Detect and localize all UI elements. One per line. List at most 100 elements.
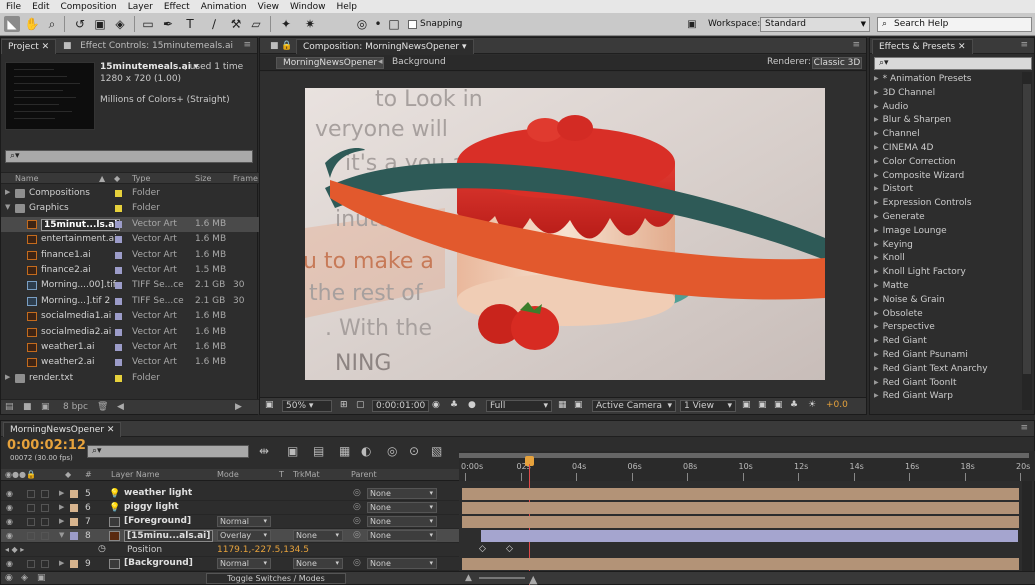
zoom-slider[interactable] <box>479 577 525 579</box>
disclosure-triangle-icon[interactable]: ▶ <box>874 241 879 248</box>
disclosure-triangle-icon[interactable]: ▶ <box>874 282 879 289</box>
disclosure-triangle-icon[interactable]: ▶ <box>874 172 879 179</box>
transparency-grid-icon[interactable]: ▦ <box>558 400 567 412</box>
trkmat-select[interactable]: None ▾ <box>293 530 343 541</box>
project-item[interactable]: 15minut...ls.ai Vector Art 1.6 MB <box>1 216 259 232</box>
project-item[interactable]: ▶ render.txt Folder <box>1 371 259 386</box>
lock-toggle[interactable] <box>41 560 49 568</box>
label-color-swatch[interactable] <box>115 328 122 336</box>
layer-label-swatch[interactable] <box>70 560 78 568</box>
time-ruler[interactable]: 0:00s 02s 04s 06s 08s 10s 12s 14s 16s 18s 20s <box>459 451 1035 481</box>
layer-name[interactable]: [Background] <box>124 558 193 568</box>
always-preview-icon[interactable]: ▣ <box>265 400 274 412</box>
comp-mini-flowchart-icon[interactable]: ⇹ <box>259 444 269 458</box>
work-area-bar[interactable] <box>459 453 1029 458</box>
label-color-swatch[interactable] <box>115 205 122 213</box>
parent-select[interactable]: None ▾ <box>367 530 437 541</box>
tab-composition[interactable]: Composition: MorningNewsOpener ▾ <box>296 39 474 54</box>
new-folder-icon[interactable]: ■ <box>23 402 32 412</box>
layer-duration-bar[interactable] <box>462 488 1019 500</box>
visibility-eye-icon[interactable]: ◉ <box>6 517 13 526</box>
safe-zones-icon[interactable]: ⊞ <box>340 400 348 412</box>
tab-effect-controls[interactable]: ■ Effect Controls: 15minutemeals.ai <box>57 39 239 54</box>
workspace-select[interactable]: Standard ▼ <box>760 17 870 32</box>
disclosure-triangle-icon[interactable]: ▶ <box>5 188 10 196</box>
zoom-tool-icon[interactable]: ⌕ <box>44 16 60 32</box>
world-axis-mode-icon[interactable]: • <box>370 16 386 32</box>
scroll-right-icon[interactable]: ▶ <box>235 402 242 412</box>
project-item[interactable]: Morning...].tif 2 TIFF Se...ce 2.1 GB 30 <box>1 294 259 309</box>
project-item[interactable]: Morning....00].tif TIFF Se...ce 2.1 GB 30 <box>1 278 259 293</box>
project-item[interactable]: weather2.ai Vector Art 1.6 MB <box>1 355 259 370</box>
effects-category[interactable]: ▶ Knoll Light Factory <box>874 267 1024 280</box>
crumb-background[interactable]: Background <box>386 57 452 69</box>
scroll-left-icon[interactable]: ◀ <box>117 402 124 412</box>
audio-toggle[interactable] <box>27 532 35 540</box>
effects-category[interactable]: ▶ Channel <box>874 129 1024 142</box>
layer-row[interactable]: ◉ ▶ 5 💡 weather light ◎ None ▾ <box>1 487 459 501</box>
puppet-pin-tool-icon[interactable]: ✷ <box>302 16 318 32</box>
search-help-input[interactable]: ⌕ Search Help <box>877 17 1032 32</box>
effects-category[interactable]: ▶ Distort <box>874 184 1024 197</box>
disclosure-triangle-icon[interactable]: ▶ <box>874 323 879 330</box>
visibility-eye-icon[interactable]: ◉ <box>6 559 13 568</box>
effects-category[interactable]: ▶ Matte <box>874 281 1024 294</box>
pick-whip-icon[interactable]: ◎ <box>353 558 361 568</box>
camera-tool-icon[interactable]: ▣ <box>92 16 108 32</box>
layer-switches-icon[interactable]: ◉ <box>5 573 13 583</box>
hide-shy-layers-icon[interactable]: ▤ <box>313 444 324 458</box>
resolution-select[interactable]: Full ▾ <box>486 400 552 412</box>
label-column-icon[interactable]: ◆ <box>114 174 120 183</box>
tab-effects-presets[interactable]: Effects & Presets ✕ <box>872 39 973 54</box>
disclosure-triangle-icon[interactable]: ▶ <box>874 89 879 96</box>
type-tool-icon[interactable]: T <box>182 16 198 32</box>
parent-select[interactable]: None ▾ <box>367 488 437 499</box>
label-color-swatch[interactable] <box>115 344 122 351</box>
layer-duration-bar[interactable] <box>462 516 1019 528</box>
selection-tool-icon[interactable]: ◣ <box>4 16 20 32</box>
layer-row[interactable]: ◉ ▶ 7 [Foreground] Normal ▾ ◎ None ▾ <box>1 515 459 529</box>
flowchart-icon[interactable]: ♣ <box>790 400 798 412</box>
disclosure-triangle-icon[interactable]: ▶ <box>874 103 879 110</box>
show-snapshot-icon[interactable]: ♣ <box>450 400 458 412</box>
disclosure-triangle-icon[interactable]: ▶ <box>874 351 879 358</box>
pick-whip-icon[interactable]: ◎ <box>353 516 361 526</box>
local-axis-mode-icon[interactable]: ◎ <box>354 16 370 32</box>
show-channel-icon[interactable]: ● <box>468 400 476 412</box>
menu-edit[interactable]: Edit <box>32 2 49 12</box>
project-item[interactable]: socialmedia1.ai Vector Art 1.6 MB <box>1 309 259 324</box>
audio-toggle[interactable] <box>27 490 35 498</box>
project-search-input[interactable]: ⌕▾ <box>5 150 253 163</box>
visibility-eye-icon[interactable]: ◉ <box>6 531 13 540</box>
layer-row[interactable]: ◉ ▼ 8 [15minu...als.ai] Overlay ▾ None ▾ ◎ None ▾ <box>1 529 459 543</box>
label-color-swatch[interactable] <box>115 313 122 321</box>
camera-select[interactable]: Active Camera ▾ <box>592 400 676 412</box>
layer-label-swatch[interactable] <box>70 518 78 526</box>
frame-blending-icon[interactable]: ▦ <box>339 444 350 458</box>
property-row-position[interactable]: ◂ ◆ ▸ ◷ Position 1179.1,-227.5,134.5 <box>1 543 459 557</box>
rotate-tool-icon[interactable]: ↺ <box>72 16 88 32</box>
disclosure-triangle-icon[interactable]: ▶ <box>874 254 879 261</box>
col-type[interactable]: Type <box>132 174 150 183</box>
menu-effect[interactable]: Effect <box>164 2 190 12</box>
disclosure-triangle-icon[interactable]: ▶ <box>874 268 879 275</box>
disclosure-triangle-icon[interactable]: ▶ <box>874 116 879 123</box>
project-item[interactable]: weather1.ai Vector Art 1.6 MB <box>1 340 259 355</box>
menu-layer[interactable]: Layer <box>128 2 153 12</box>
brush-tool-icon[interactable]: ∕ <box>206 16 222 32</box>
exposure-value[interactable]: +0.0 <box>826 400 848 412</box>
label-color-swatch[interactable] <box>115 359 122 367</box>
col-size[interactable]: Size <box>195 174 211 183</box>
effects-category[interactable]: ▶ Image Lounge <box>874 226 1024 239</box>
timeline-search-input[interactable]: ⌕▾ <box>87 445 249 458</box>
pick-whip-icon[interactable]: ◎ <box>353 502 361 512</box>
disclosure-triangle-icon[interactable]: ▶ <box>59 503 64 511</box>
disclosure-triangle-icon[interactable]: ▶ <box>874 130 879 137</box>
pick-whip-icon[interactable]: ◎ <box>353 488 361 498</box>
timeline-icon[interactable]: ▣ <box>774 400 783 412</box>
effects-category[interactable]: ▶ Knoll <box>874 253 1024 266</box>
blend-mode-select[interactable]: Overlay ▾ <box>217 530 271 541</box>
effects-category[interactable]: ▶ * Animation Presets <box>874 74 1024 87</box>
disclosure-triangle-icon[interactable]: ▶ <box>874 392 879 399</box>
layer-name[interactable]: weather light <box>124 488 192 498</box>
